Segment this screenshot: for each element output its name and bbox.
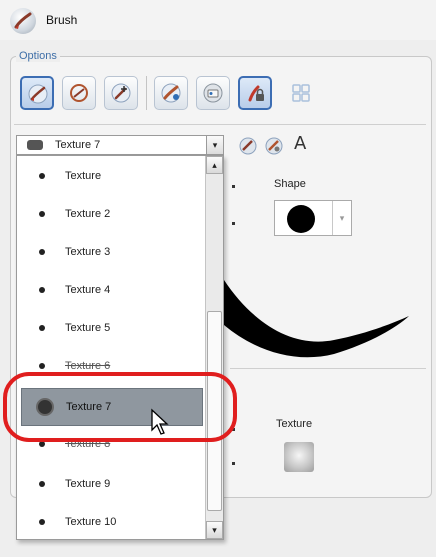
texture-combo[interactable]: Texture 7 ▾ (16, 135, 224, 155)
cursor-icon (151, 408, 169, 435)
lock-icon (248, 85, 264, 102)
texture-swatch-icon (27, 140, 43, 150)
bullet-icon (232, 462, 235, 465)
list-item[interactable]: Texture 2 (17, 196, 205, 234)
brush-tool-button[interactable] (20, 76, 54, 110)
texture-dropdown-list[interactable]: Texture Texture 2 Texture 3 Texture 4 Te… (16, 155, 224, 540)
rotate-tool-button[interactable] (62, 76, 96, 110)
brush-icon (10, 8, 36, 34)
texture-dot-icon (39, 363, 45, 369)
texture-dot-icon (39, 249, 45, 255)
chevron-down-icon[interactable]: ▾ (206, 136, 223, 154)
brush-stroke-preview (224, 280, 409, 358)
toolbar-separator (146, 76, 147, 110)
bullet-icon (232, 222, 235, 225)
rotate-icon (70, 84, 88, 102)
texture-dot-icon (39, 519, 45, 525)
bullet-icon (232, 185, 235, 188)
highlight-annotation (3, 372, 237, 442)
chevron-down-icon[interactable]: ▾ (332, 201, 351, 235)
texture-combo-value: Texture 7 (55, 139, 101, 151)
scroll-up-icon[interactable]: ▴ (206, 156, 223, 174)
scroll-down-icon[interactable]: ▾ (206, 521, 223, 539)
shape-label: Shape (274, 178, 306, 190)
options-divider (14, 124, 426, 125)
add-brush-icon (111, 83, 131, 103)
lock-tool-button[interactable] (238, 76, 272, 110)
text-icon[interactable]: A (294, 133, 306, 154)
panel-header: Brush (0, 0, 436, 40)
list-scrollbar[interactable]: ▴ ▾ (205, 156, 223, 539)
grid-icon (292, 84, 310, 102)
texture-dot-icon (39, 287, 45, 293)
add-brush-tool-button[interactable] (104, 76, 138, 110)
paint-icon (161, 83, 181, 103)
brush-icon (28, 84, 48, 104)
grid-tool-button[interactable] (288, 80, 314, 106)
texture-dot-icon (39, 481, 45, 487)
texture-brush-icon[interactable] (238, 136, 258, 156)
texture-thumbnail[interactable] (284, 442, 314, 472)
paint-tool-button[interactable] (154, 76, 188, 110)
list-item[interactable]: Texture 4 (17, 272, 205, 310)
list-item[interactable]: Texture 10 (17, 504, 205, 542)
list-item[interactable]: Texture (17, 158, 205, 196)
texture-dot-icon (39, 211, 45, 217)
texture-dot-icon (39, 173, 45, 179)
round-shape-icon (287, 205, 315, 233)
panel-title: Brush (46, 13, 78, 27)
texture-edit-icon[interactable] (264, 136, 284, 156)
list-item[interactable]: Texture 9 (17, 466, 205, 504)
shape-combo[interactable]: ▾ (274, 200, 352, 236)
list-item[interactable]: Texture 3 (17, 234, 205, 272)
preset-icon (203, 83, 223, 103)
preset-tool-button[interactable] (196, 76, 230, 110)
texture-label: Texture (276, 418, 313, 430)
options-label: Options (16, 50, 60, 62)
list-item[interactable]: Texture 5 (17, 310, 205, 348)
texture-dot-icon (39, 325, 45, 331)
preview-divider (230, 368, 426, 369)
